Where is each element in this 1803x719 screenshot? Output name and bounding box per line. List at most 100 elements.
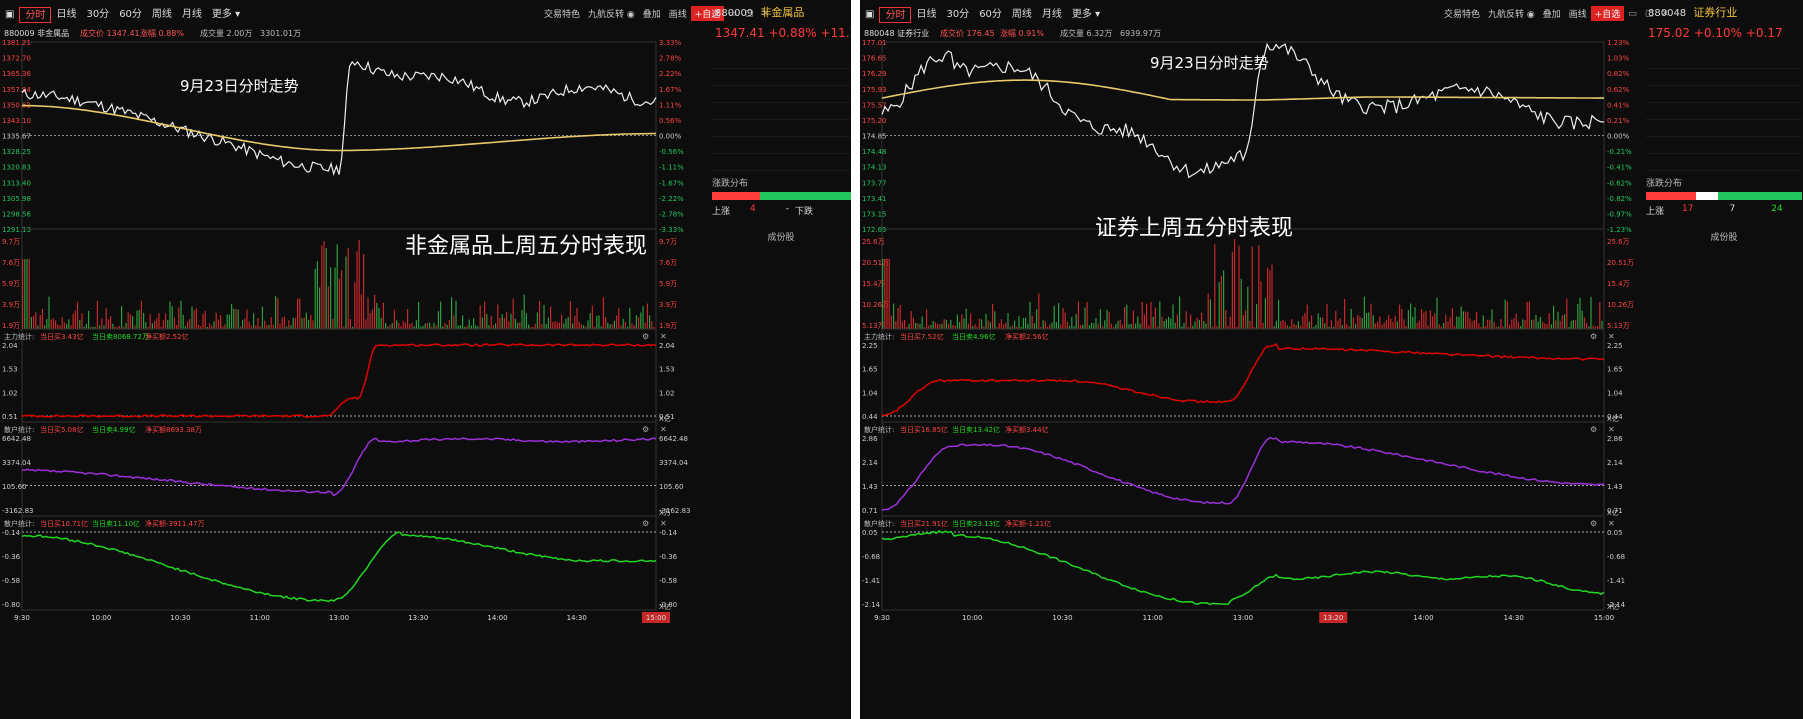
stock-row[interactable] — [1646, 493, 1802, 511]
volume-bar — [1062, 307, 1064, 329]
stock-row[interactable] — [1646, 440, 1802, 458]
volume-bar — [1370, 303, 1372, 329]
stock-row[interactable] — [1646, 351, 1802, 369]
stock-row[interactable] — [712, 327, 850, 348]
volume-bar — [1383, 322, 1385, 329]
stock-row[interactable] — [1646, 636, 1802, 654]
volume-bar — [646, 303, 648, 329]
toolbar-btn-1[interactable]: 九航反转 ◉ — [584, 7, 639, 20]
stock-row[interactable] — [1646, 565, 1802, 583]
panel-close-icon[interactable]: ✕ — [1608, 425, 1615, 434]
tab-5[interactable]: 月线 — [177, 7, 207, 23]
panel-sell: 当日卖23.13亿 — [952, 519, 1000, 528]
stock-row[interactable] — [1646, 458, 1802, 476]
vol-tick-right: 10.26万 — [1607, 301, 1634, 309]
toolbar-btn-2[interactable]: 叠加 — [1539, 7, 1565, 20]
stock-row[interactable] — [712, 264, 850, 285]
tab-4[interactable]: 周线 — [147, 7, 177, 23]
stock-row[interactable] — [1646, 422, 1802, 440]
toolbar-btn-3[interactable]: 画线 — [1565, 7, 1591, 20]
stock-row[interactable] — [712, 285, 850, 306]
panel-settings-icon[interactable]: ⚙ — [1590, 425, 1597, 434]
volume-bar — [1326, 303, 1328, 329]
tab-4[interactable]: 周线 — [1007, 7, 1037, 23]
panel-close-icon[interactable]: ✕ — [660, 332, 667, 341]
tab-1[interactable]: 日线 — [911, 7, 941, 23]
volume-bar — [180, 300, 182, 329]
tab-3[interactable]: 60分 — [974, 7, 1007, 23]
stock-row[interactable] — [1646, 654, 1802, 672]
intraday-chart[interactable]: 880048 证券行业 成交价 176.45 涨幅 0.91% 成交量 6.32万 69… — [860, 24, 1642, 719]
stock-row[interactable] — [1646, 387, 1802, 405]
minimize-icon[interactable]: ▭ — [1624, 9, 1641, 19]
volume-bar — [541, 324, 543, 329]
stock-row[interactable] — [1646, 369, 1802, 387]
toolbar-btn-0[interactable]: 交易特色 — [1440, 7, 1484, 20]
volume-bar — [512, 298, 514, 329]
volume-bar — [1381, 324, 1383, 329]
tab-3[interactable]: 60分 — [114, 7, 147, 23]
stock-row[interactable] — [712, 369, 850, 390]
stock-row[interactable] — [1646, 618, 1802, 636]
volume-bar — [1267, 267, 1269, 329]
volume-bar — [140, 300, 142, 329]
tab-2[interactable]: 30分 — [941, 7, 974, 23]
toolbar-btn-4[interactable]: +自选 — [1590, 6, 1625, 21]
stock-row[interactable] — [1646, 600, 1802, 618]
dist-flat-count: 7 — [1729, 204, 1736, 214]
panel-settings-icon[interactable]: ⚙ — [1590, 332, 1597, 341]
stock-row[interactable] — [1646, 280, 1802, 298]
stock-row[interactable] — [1646, 547, 1802, 565]
volume-bar — [1546, 324, 1548, 329]
stock-row[interactable] — [712, 390, 850, 411]
intraday-chart[interactable]: 880009 非金属品 成交价 1347.41 涨幅 0.88% 成交量 2.00万 3… — [0, 24, 690, 719]
toolbar-btn-2[interactable]: 叠加 — [639, 7, 665, 20]
stock-row[interactable] — [712, 432, 850, 453]
tab-5[interactable]: 月线 — [1037, 7, 1067, 23]
tab-6[interactable]: 更多 ▾ — [207, 7, 245, 23]
stock-row[interactable] — [1646, 476, 1802, 494]
tab-2[interactable]: 30分 — [81, 7, 114, 23]
toolbar-btn-0[interactable]: 交易特色 — [540, 7, 584, 20]
panel-settings-icon[interactable]: ⚙ — [1590, 519, 1597, 528]
stock-row[interactable] — [712, 453, 850, 474]
stock-row[interactable] — [712, 474, 850, 495]
stock-price — [1702, 565, 1752, 583]
stock-row[interactable] — [712, 411, 850, 432]
volume-bar — [440, 301, 442, 329]
stock-row[interactable] — [712, 306, 850, 327]
stock-row[interactable] — [1646, 404, 1802, 422]
stock-row[interactable] — [1646, 262, 1802, 280]
y-tick-right: 0.41% — [1607, 101, 1630, 109]
window-icon[interactable]: ▣ — [0, 7, 19, 23]
stock-row[interactable] — [1646, 671, 1802, 689]
panel-settings-icon[interactable]: ⚙ — [642, 425, 649, 434]
panel-close-icon[interactable]: ✕ — [660, 519, 667, 528]
tab-0[interactable]: 分时 — [879, 7, 912, 23]
panel-close-icon[interactable]: ✕ — [1608, 519, 1615, 528]
stock-row[interactable] — [1646, 511, 1802, 529]
tab-0[interactable]: 分时 — [19, 7, 52, 23]
panel-line — [21, 343, 657, 418]
window-icon[interactable]: ▣ — [860, 7, 879, 23]
panel-settings-icon[interactable]: ⚙ — [642, 519, 649, 528]
volume-bar — [1319, 317, 1321, 329]
stock-row[interactable] — [1646, 582, 1802, 600]
stock-row[interactable] — [1646, 529, 1802, 547]
panel-close-icon[interactable]: ✕ — [660, 425, 667, 434]
panel-close-icon[interactable]: ✕ — [1608, 332, 1615, 341]
panel-settings-icon[interactable]: ⚙ — [642, 332, 649, 341]
tab-6[interactable]: 更多 ▾ — [1067, 7, 1105, 23]
stock-row[interactable] — [1646, 315, 1802, 333]
toolbar-btn-3[interactable]: 画线 — [665, 7, 691, 20]
stock-row[interactable] — [712, 348, 850, 369]
stock-row[interactable] — [1646, 298, 1802, 316]
toolbar-btn-1[interactable]: 九航反转 ◉ — [1484, 7, 1539, 20]
volume-bar — [1014, 320, 1016, 329]
stock-row[interactable] — [1646, 689, 1802, 707]
volume-bar — [587, 320, 589, 329]
stock-row[interactable] — [1646, 333, 1802, 351]
stock-row[interactable] — [712, 516, 850, 537]
stock-row[interactable] — [712, 495, 850, 516]
tab-1[interactable]: 日线 — [51, 7, 81, 23]
